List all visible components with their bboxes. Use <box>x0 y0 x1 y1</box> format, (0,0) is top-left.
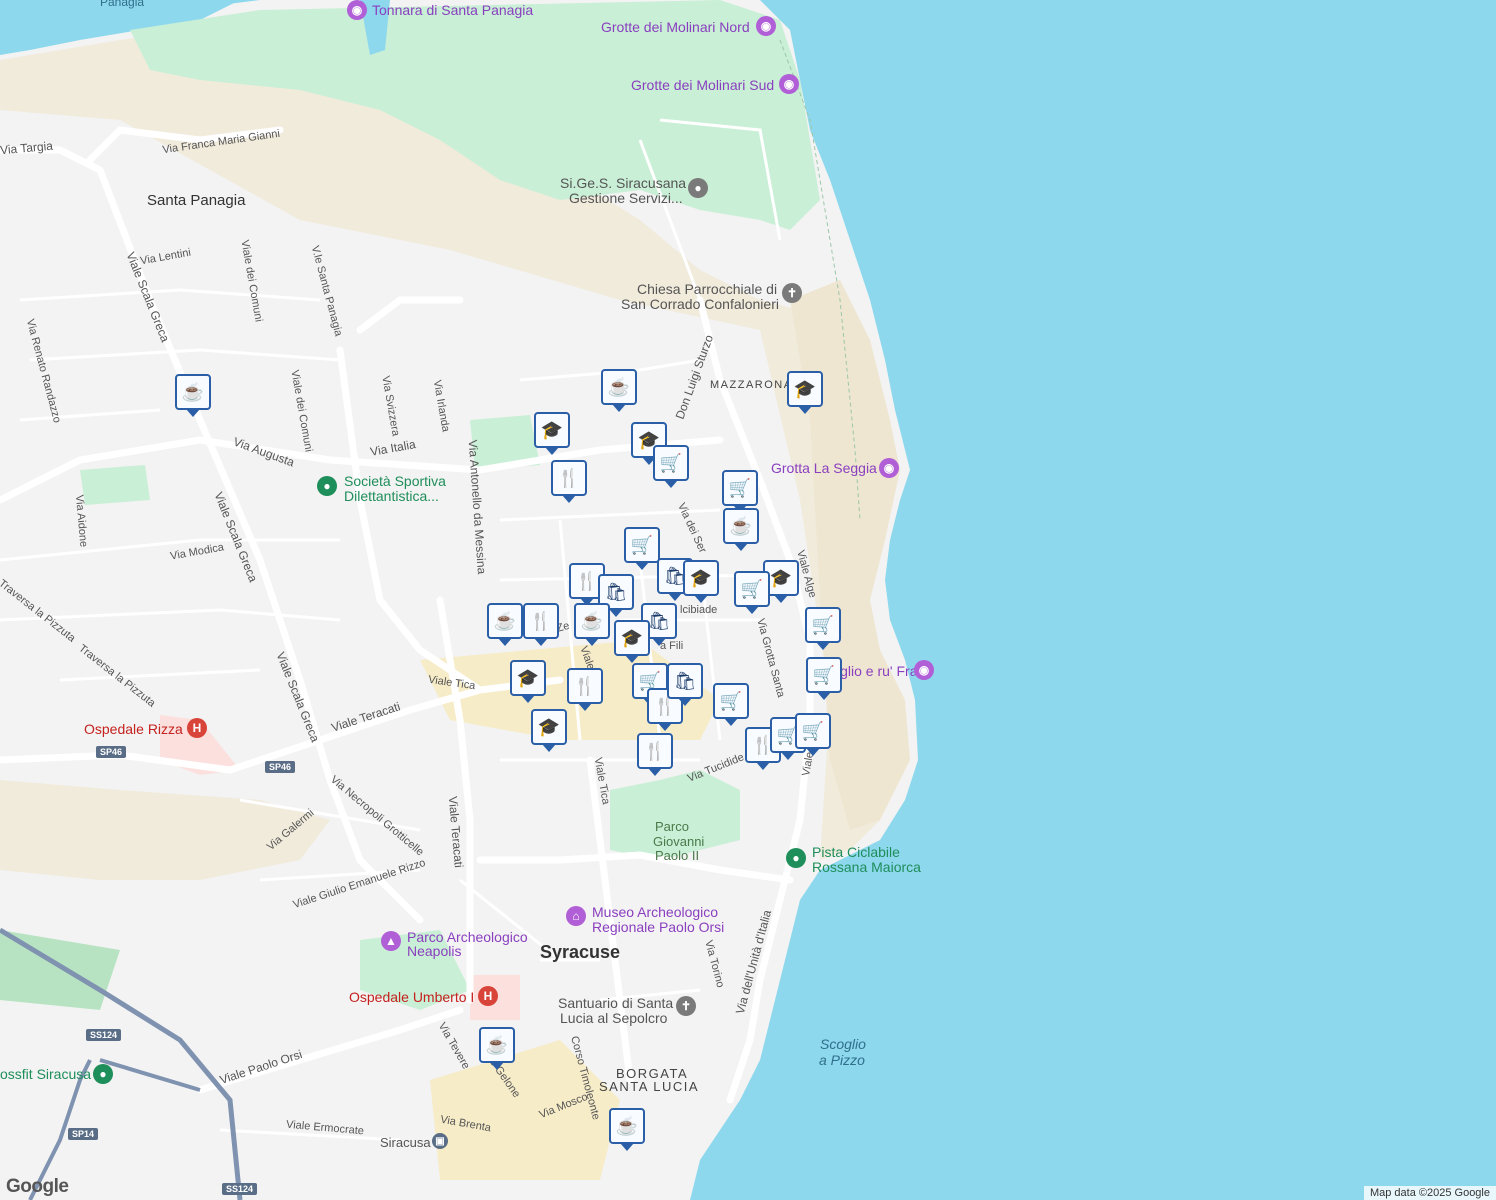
poi-pista-2[interactable]: Rossana Maiorca <box>812 859 921 875</box>
marker-cafe[interactable]: ☕ <box>479 1027 515 1070</box>
map-canvas[interactable]: Santa Panagia Syracuse MAZZARONA BORGATA… <box>0 0 1496 1200</box>
marker-grocery[interactable]: 🛒 <box>795 713 831 756</box>
poi-neapolis-2[interactable]: Neapolis <box>407 943 461 959</box>
place-panagia: Panagia <box>100 0 145 9</box>
cross-icon-chiesa[interactable]: ✝ <box>782 283 802 303</box>
poi-chiesa-2[interactable]: San Corrado Confalonieri <box>621 296 779 312</box>
poi-museo-1[interactable]: Museo Archeologico <box>592 904 718 920</box>
district-santa-lucia: SANTA LUCIA <box>599 1079 700 1094</box>
museum-icon[interactable]: ⌂ <box>566 906 586 926</box>
shield-sp46-b: SP46 <box>265 761 296 773</box>
poi-pista-1[interactable]: Pista Ciclabile <box>812 844 900 860</box>
marker-restaurant[interactable]: 🍴 <box>551 460 587 503</box>
marker-cafe[interactable]: ☕ <box>723 508 759 551</box>
water-label-pizzo: a Pizzo <box>819 1052 865 1068</box>
park-label-3: Paolo II <box>655 848 700 863</box>
marker-grocery[interactable]: 🛒 <box>722 470 758 513</box>
gym-icon-crossfit[interactable]: ● <box>93 1064 113 1084</box>
district-mazzarona: MAZZARONA <box>710 379 793 391</box>
poi-ospedale-rizza[interactable]: Ospedale Rizza <box>84 721 183 737</box>
camera-icon-molinari-nord[interactable]: ◉ <box>756 16 776 36</box>
poi-sigess-2[interactable]: Gestione Servizi... <box>569 190 683 206</box>
shield-ss124-a: SS124 <box>86 1029 122 1041</box>
place-santa-panagia: Santa Panagia <box>147 192 246 209</box>
marker-restaurant[interactable]: 🍴 <box>637 733 673 776</box>
park-label-2: Giovanni <box>653 834 705 849</box>
marker-school[interactable]: 🎓 <box>787 371 823 414</box>
camera-icon-tonnara[interactable]: ◉ <box>347 0 367 20</box>
place-syracuse: Syracuse <box>540 942 621 962</box>
poi-societa-2[interactable]: Dilettantistica... <box>344 488 439 504</box>
poi-museo-2[interactable]: Regionale Paolo Orsi <box>592 919 724 935</box>
poi-societa-1[interactable]: Società Sportiva <box>344 473 446 489</box>
marker-restaurant[interactable]: 🍴 <box>567 668 603 711</box>
camera-icon-molinari-sud[interactable]: ◉ <box>779 74 799 94</box>
marker-cafe[interactable]: ☕ <box>609 1108 645 1151</box>
marker-grocery[interactable]: 🛒 <box>806 657 842 700</box>
marker-cafe[interactable]: ☕ <box>601 369 637 412</box>
poi-molinari-sud[interactable]: Grotte dei Molinari Sud <box>631 77 774 93</box>
marker-shopping[interactable]: 🛍 <box>667 663 703 706</box>
park-small <box>80 465 150 505</box>
poi-sigess-1[interactable]: Si.Ge.S. Siracusana <box>560 175 686 191</box>
marker-grocery[interactable]: 🛒 <box>624 527 660 570</box>
hospital-icon-umberto[interactable]: H <box>478 986 498 1006</box>
poi-siracusa-station[interactable]: Siracusa <box>380 1135 431 1150</box>
bike-icon-pista[interactable]: ● <box>786 848 806 868</box>
marker-school[interactable]: 🎓 <box>614 620 650 663</box>
sport-icon-societa[interactable]: ● <box>317 476 337 496</box>
marker-grocery[interactable]: 🛒 <box>805 607 841 650</box>
camera-icon-ru-frati[interactable]: ◉ <box>914 660 934 680</box>
street-alcibiade: lcibiade <box>680 604 718 616</box>
park-label-1: Parco <box>655 819 689 834</box>
marker-grocery[interactable]: 🛒 <box>713 683 749 726</box>
shield-ss124-b: SS124 <box>222 1183 258 1195</box>
marker-cafe[interactable]: ☕ <box>574 603 610 646</box>
shield-sp46-a: SP46 <box>96 746 127 758</box>
poi-santuario-1[interactable]: Santuario di Santa <box>558 995 673 1011</box>
hospital-icon-rizza[interactable]: H <box>187 718 207 738</box>
pin-icon-sigess[interactable]: ● <box>688 178 708 198</box>
monument-icon-neapolis[interactable]: ▲ <box>381 931 401 951</box>
water-label-scoglio: Scoglio <box>820 1036 866 1052</box>
poi-chiesa-1[interactable]: Chiesa Parrocchiale di <box>637 281 777 297</box>
marker-cafe[interactable]: ☕ <box>175 374 211 417</box>
marker-school[interactable]: 🎓 <box>683 560 719 603</box>
camera-icon-grotta-seggia[interactable]: ◉ <box>879 458 899 478</box>
marker-school[interactable]: 🎓 <box>531 709 567 752</box>
poi-grotta-seggia[interactable]: Grotta La Seggia <box>771 460 877 476</box>
marker-grocery[interactable]: 🛒 <box>734 571 770 614</box>
marker-school[interactable]: 🎓 <box>510 660 546 703</box>
poi-crossfit[interactable]: ossfit Siracusa <box>0 1066 91 1082</box>
poi-ospedale-umberto[interactable]: Ospedale Umberto I <box>349 989 474 1005</box>
shield-sp14: SP14 <box>68 1128 99 1140</box>
map-attribution[interactable]: Map data ©2025 Google <box>1363 1186 1496 1200</box>
poi-molinari-nord[interactable]: Grotte dei Molinari Nord <box>601 19 750 35</box>
marker-grocery[interactable]: 🛒 <box>653 445 689 488</box>
marker-cafe[interactable]: ☕ <box>487 603 523 646</box>
marker-school[interactable]: 🎓 <box>534 412 570 455</box>
marker-restaurant[interactable]: 🍴 <box>523 603 559 646</box>
train-icon[interactable]: ▣ <box>432 1133 448 1149</box>
poi-tonnara[interactable]: Tonnara di Santa Panagia <box>372 2 533 18</box>
cross-icon-santuario[interactable]: ✝ <box>676 996 696 1016</box>
google-logo[interactable]: Google <box>6 1176 69 1198</box>
poi-santuario-2[interactable]: Lucia al Sepolcro <box>560 1010 667 1026</box>
